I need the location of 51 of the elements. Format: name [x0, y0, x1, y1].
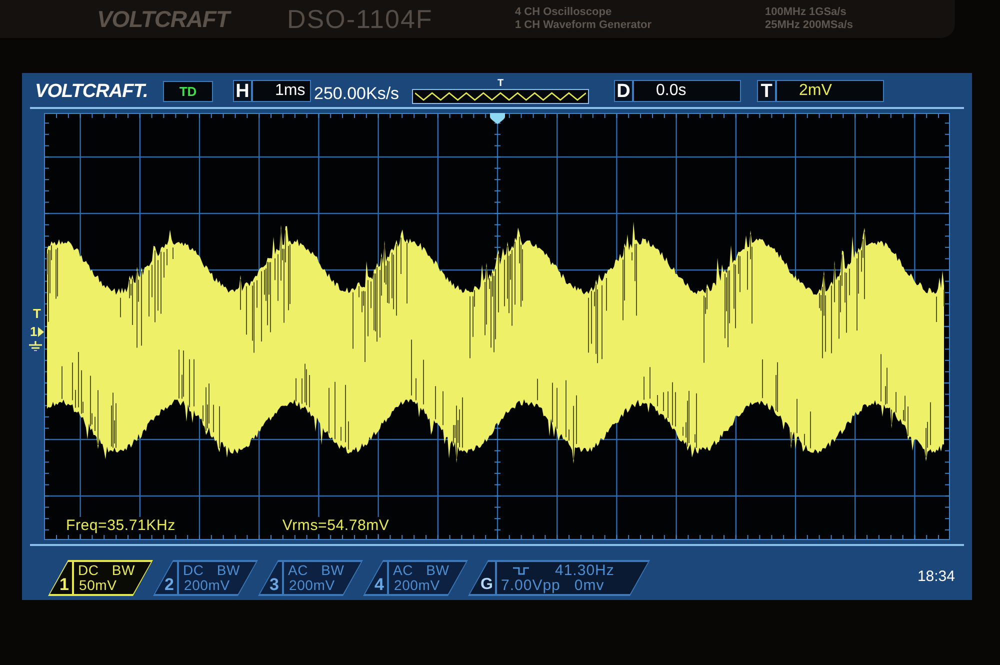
bandwidth-label: BW [112, 563, 135, 578]
device-description: 1 CH Waveform Generator [515, 19, 653, 32]
device-description: 4 CH Oscilloscope [515, 6, 613, 19]
trigger-level-label: T [33, 307, 41, 320]
channel-number: 3 [270, 575, 279, 594]
rms-measurement: Vrms=54.78mV [281, 517, 390, 534]
scale-value: 200mV [288, 578, 336, 593]
channel-number: 2 [164, 575, 174, 594]
generator-tab[interactable]: G 41.30Hz 7.00Vpp 0mv [468, 560, 650, 596]
delay-label: D [614, 80, 633, 102]
coupling-label: DC [183, 563, 204, 578]
channel-tab[interactable]: 1 DC BW 50mV [48, 560, 153, 596]
device-spec: 100MHz 1GSa/s [765, 6, 848, 19]
mode-indicator: TD [163, 80, 213, 102]
channel-number: 4 [374, 575, 384, 594]
scale-value: 200mV [393, 578, 441, 593]
coupling-label: AC [288, 563, 308, 578]
triangle-wave-icon [415, 92, 586, 100]
square-wave-icon [513, 566, 529, 574]
bandwidth-label: BW [321, 563, 344, 578]
scale-value: 200mV [183, 578, 231, 593]
channel-tab[interactable]: 3 AC BW 200mV [258, 560, 363, 596]
device-spec: 25MHz 200MSa/s [765, 19, 854, 32]
timebase-value: 1ms [252, 80, 311, 102]
brand-name: VOLTCRAFT [97, 8, 232, 30]
coupling-label: AC [393, 563, 414, 578]
bandwidth-label: BW [426, 563, 450, 578]
channel-tab[interactable]: 2 DC BW 200mV [153, 560, 258, 596]
generator-label: G [480, 576, 493, 594]
model-name: DSO-1104F [287, 6, 434, 32]
ground-symbol-icon [29, 341, 42, 351]
clock-time: 18:34 [917, 569, 955, 584]
arrow-marker-icon [38, 327, 44, 337]
trigger-position-marker-icon [490, 113, 505, 124]
channel-marker-label: 1 [30, 325, 38, 338]
trigger-value: 2mV [776, 80, 884, 102]
channel-number: 1 [60, 575, 69, 594]
sample-rate: 250.00Ks/s [314, 84, 400, 102]
delay-value: 0.0s [633, 80, 741, 102]
channel-tab[interactable]: 4 AC BW 200mV [363, 560, 468, 596]
bandwidth-label: BW [216, 563, 240, 578]
trigger-position-label: T [497, 78, 504, 88]
timebase-label: H [233, 80, 252, 102]
scale-value: 50mV [78, 578, 118, 593]
generator-frequency: 41.30Hz [555, 563, 614, 578]
coupling-label: DC [78, 563, 99, 578]
brand-logo: VOLTCRAFT. [35, 82, 149, 100]
trigger-label: T [757, 80, 776, 102]
frequency-measurement: Freq=35.71KHz [65, 517, 176, 534]
generator-offset: 0mv [574, 578, 604, 593]
generator-amplitude: 7.00Vpp [501, 578, 560, 593]
